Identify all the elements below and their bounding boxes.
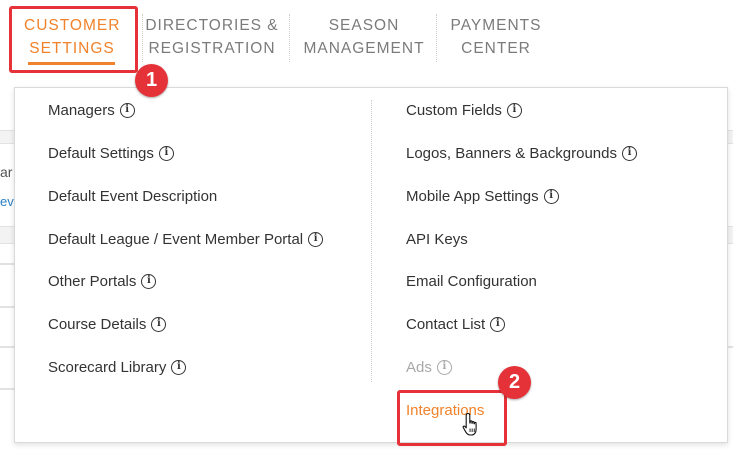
step-badge-2: 2: [498, 366, 531, 399]
tab-label-line1: DIRECTORIES &: [145, 17, 279, 34]
tab-customer-settings[interactable]: CUSTOMER SETTINGS: [24, 14, 120, 60]
hand-pointer-icon: [462, 412, 477, 436]
menu-item-label: Scorecard Library: [48, 358, 167, 376]
menu-item-label: Managers: [48, 101, 115, 119]
tab-label-line2: REGISTRATION: [148, 40, 276, 57]
menu-item-label: Other Portals: [48, 272, 137, 290]
menu-item-course-details[interactable]: Course Details i: [48, 313, 167, 335]
menu-item-ads: Ads i: [406, 356, 452, 378]
background-row: [0, 130, 14, 144]
tab-label-line2: MANAGEMENT: [303, 40, 425, 57]
top-navigation: CUSTOMER SETTINGS DIRECTORIES & REGISTRA…: [0, 0, 733, 88]
info-icon[interactable]: i: [490, 316, 506, 332]
nav-divider: [142, 14, 143, 62]
info-icon[interactable]: i: [543, 188, 559, 204]
tab-label-line1: CUSTOMER: [24, 17, 121, 34]
menu-item-contact-list[interactable]: Contact List i: [406, 313, 506, 335]
column-divider: [371, 100, 372, 382]
tab-label-line1: PAYMENTS: [450, 17, 542, 34]
info-icon[interactable]: i: [151, 316, 167, 332]
menu-item-label: Mobile App Settings: [406, 187, 539, 205]
background-row: [728, 130, 733, 144]
tab-directories-registration[interactable]: DIRECTORIES & REGISTRATION: [145, 14, 279, 60]
background-row: [728, 346, 733, 348]
step-badge-1: 1: [135, 64, 168, 97]
menu-item-label: Ads: [406, 358, 432, 376]
nav-divider: [436, 14, 437, 62]
menu-item-logos-banners[interactable]: Logos, Banners & Backgrounds i: [406, 142, 637, 164]
menu-item-default-settings[interactable]: Default Settings i: [48, 142, 174, 164]
menu-item-other-portals[interactable]: Other Portals i: [48, 270, 157, 292]
menu-item-label: Default Settings: [48, 144, 154, 162]
info-icon: i: [436, 359, 452, 375]
menu-item-managers[interactable]: Managers i: [48, 99, 135, 121]
tab-label-line1: SEASON: [328, 17, 400, 34]
info-icon[interactable]: i: [621, 145, 637, 161]
info-icon[interactable]: i: [141, 273, 157, 289]
menu-item-scorecard-library[interactable]: Scorecard Library i: [48, 356, 187, 378]
customer-settings-dropdown: Managers i Default Settings i Default Ev…: [14, 87, 728, 443]
info-icon[interactable]: i: [158, 145, 174, 161]
menu-item-label: Default Event Description: [48, 187, 218, 205]
menu-item-label: Course Details: [48, 315, 147, 333]
menu-item-custom-fields[interactable]: Custom Fields i: [406, 99, 522, 121]
active-tab-underline: [28, 62, 115, 65]
info-icon[interactable]: i: [171, 359, 187, 375]
menu-item-label: Custom Fields: [406, 101, 502, 119]
background-row: [0, 388, 14, 390]
background-row: [728, 226, 733, 244]
background-row: [0, 263, 14, 265]
info-icon[interactable]: i: [506, 102, 522, 118]
menu-item-default-event-description[interactable]: Default Event Description: [48, 185, 217, 207]
tab-payments-center[interactable]: PAYMENTS CENTER: [446, 14, 546, 60]
menu-item-label: Default League / Event Member Portal: [48, 230, 304, 248]
tab-season-management[interactable]: SEASON MANAGEMENT: [299, 14, 429, 60]
info-icon[interactable]: i: [119, 102, 135, 118]
menu-item-email-configuration[interactable]: Email Configuration: [406, 270, 537, 292]
menu-item-mobile-app-settings[interactable]: Mobile App Settings i: [406, 185, 559, 207]
info-icon[interactable]: i: [308, 231, 324, 247]
menu-item-api-keys[interactable]: API Keys: [406, 228, 468, 250]
background-row: [0, 226, 14, 244]
background-row: [0, 306, 14, 308]
menu-item-label: Email Configuration: [406, 272, 537, 290]
menu-item-label: API Keys: [406, 230, 468, 248]
background-text: ar: [0, 164, 13, 180]
menu-item-label: Contact List: [406, 315, 486, 333]
tab-label-line2: SETTINGS: [29, 40, 115, 57]
menu-item-default-member-portal[interactable]: Default League / Event Member Portal i: [48, 228, 324, 250]
background-link[interactable]: ev: [0, 194, 14, 209]
tab-label-line2: CENTER: [461, 40, 531, 57]
nav-divider: [289, 14, 290, 62]
background-row: [0, 346, 14, 348]
menu-item-label: Logos, Banners & Backgrounds: [406, 144, 617, 162]
